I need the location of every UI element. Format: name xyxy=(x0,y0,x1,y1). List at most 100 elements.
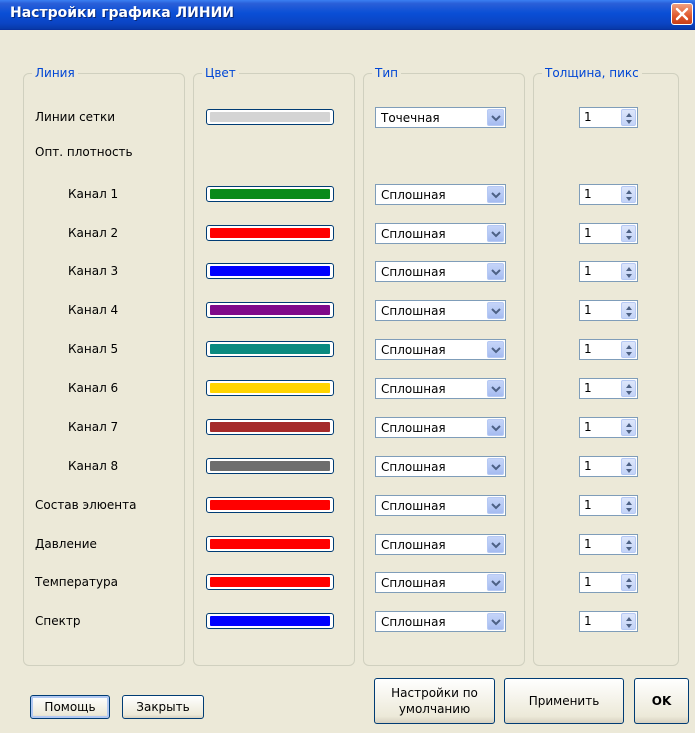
line-type-value: Сплошная xyxy=(381,265,446,279)
row-label: Канал 8 xyxy=(68,459,119,473)
thickness-spinner[interactable]: 1 xyxy=(579,107,638,128)
color-swatch-button[interactable] xyxy=(206,574,334,590)
thickness-spinner[interactable]: 1 xyxy=(579,378,638,399)
line-type-dropdown[interactable]: Сплошная xyxy=(375,611,506,632)
thickness-value: 1 xyxy=(584,420,592,434)
up-down-arrows-icon[interactable] xyxy=(621,225,636,242)
line-type-value: Сплошная xyxy=(381,227,446,241)
window-title: Настройки графика ЛИНИИ xyxy=(10,5,235,21)
color-swatch-button[interactable] xyxy=(206,497,334,513)
line-type-value: Сплошная xyxy=(381,499,446,513)
color-swatch-fill xyxy=(210,383,330,393)
ok-button[interactable]: OK xyxy=(634,678,689,724)
color-swatch-fill xyxy=(210,266,330,276)
line-type-dropdown[interactable]: Сплошная xyxy=(375,534,506,555)
chevron-down-icon[interactable] xyxy=(487,613,504,630)
color-swatch-button[interactable] xyxy=(206,263,334,279)
color-swatch-button[interactable] xyxy=(206,536,334,552)
thickness-spinner[interactable]: 1 xyxy=(579,184,638,205)
chevron-down-icon[interactable] xyxy=(487,109,504,126)
color-swatch-button[interactable] xyxy=(206,419,334,435)
color-swatch-button[interactable] xyxy=(206,186,334,202)
chevron-down-icon[interactable] xyxy=(487,380,504,397)
thickness-spinner[interactable]: 1 xyxy=(579,339,638,360)
help-button[interactable]: Помощь xyxy=(30,695,110,719)
up-down-arrows-icon[interactable] xyxy=(621,419,636,436)
up-down-arrows-icon[interactable] xyxy=(621,302,636,319)
chevron-down-icon[interactable] xyxy=(487,419,504,436)
up-down-arrows-icon[interactable] xyxy=(621,380,636,397)
line-type-value: Точечная xyxy=(381,111,440,125)
thickness-spinner[interactable]: 1 xyxy=(579,495,638,516)
up-down-arrows-icon[interactable] xyxy=(621,613,636,630)
line-type-dropdown[interactable]: Сплошная xyxy=(375,300,506,321)
up-down-arrows-icon[interactable] xyxy=(621,497,636,514)
close-window-button[interactable] xyxy=(671,3,693,25)
line-type-dropdown[interactable]: Сплошная xyxy=(375,456,506,477)
up-down-arrows-icon[interactable] xyxy=(621,574,636,591)
thickness-spinner[interactable]: 1 xyxy=(579,223,638,244)
color-swatch-button[interactable] xyxy=(206,380,334,396)
color-swatch-button[interactable] xyxy=(206,109,334,125)
defaults-button[interactable]: Настройки по умолчанию xyxy=(374,678,495,724)
row-label: Спектр xyxy=(35,614,81,628)
line-type-dropdown[interactable]: Сплошная xyxy=(375,378,506,399)
apply-button[interactable]: Применить xyxy=(504,678,624,724)
line-type-dropdown[interactable]: Сплошная xyxy=(375,184,506,205)
line-type-dropdown[interactable]: Сплошная xyxy=(375,495,506,516)
line-type-dropdown[interactable]: Сплошная xyxy=(375,223,506,244)
up-down-arrows-icon[interactable] xyxy=(621,109,636,126)
line-type-dropdown[interactable]: Сплошная xyxy=(375,417,506,438)
chevron-down-icon[interactable] xyxy=(487,186,504,203)
up-down-arrows-icon[interactable] xyxy=(621,341,636,358)
chevron-down-icon[interactable] xyxy=(487,341,504,358)
thickness-spinner[interactable]: 1 xyxy=(579,261,638,282)
line-type-value: Сплошная xyxy=(381,460,446,474)
thickness-value: 1 xyxy=(584,498,592,512)
chevron-down-icon[interactable] xyxy=(487,497,504,514)
color-swatch-fill xyxy=(210,616,330,626)
up-down-arrows-icon[interactable] xyxy=(621,536,636,553)
color-swatch-button[interactable] xyxy=(206,302,334,318)
thickness-spinner[interactable]: 1 xyxy=(579,572,638,593)
line-type-dropdown[interactable]: Сплошная xyxy=(375,261,506,282)
line-type-value: Сплошная xyxy=(381,343,446,357)
chevron-down-icon[interactable] xyxy=(487,302,504,319)
up-down-arrows-icon[interactable] xyxy=(621,458,636,475)
line-type-dropdown[interactable]: Сплошная xyxy=(375,572,506,593)
row-label: Линии сетки xyxy=(35,110,116,124)
color-column-header: Цвет xyxy=(202,66,239,80)
chevron-down-icon[interactable] xyxy=(487,458,504,475)
thickness-spinner[interactable]: 1 xyxy=(579,611,638,632)
line-type-dropdown[interactable]: Точечная xyxy=(375,107,506,128)
color-swatch-button[interactable] xyxy=(206,613,334,629)
line-type-value: Сплошная xyxy=(381,538,446,552)
close-button[interactable]: Закрыть xyxy=(122,695,204,719)
line-type-dropdown[interactable]: Сплошная xyxy=(375,339,506,360)
type-column-header: Тип xyxy=(372,66,401,80)
thickness-value: 1 xyxy=(584,226,592,240)
chevron-down-icon[interactable] xyxy=(487,536,504,553)
color-swatch-button[interactable] xyxy=(206,341,334,357)
color-swatch-button[interactable] xyxy=(206,225,334,241)
title-bar[interactable]: Настройки графика ЛИНИИ xyxy=(0,0,695,30)
thickness-spinner[interactable]: 1 xyxy=(579,300,638,321)
thickness-spinner[interactable]: 1 xyxy=(579,534,638,555)
color-swatch-fill xyxy=(210,577,330,587)
color-swatch-fill xyxy=(210,539,330,549)
thickness-spinner[interactable]: 1 xyxy=(579,417,638,438)
chevron-down-icon[interactable] xyxy=(487,263,504,280)
ok-button-label: OK xyxy=(651,694,672,708)
thickness-value: 1 xyxy=(584,459,592,473)
color-swatch-button[interactable] xyxy=(206,458,334,474)
up-down-arrows-icon[interactable] xyxy=(621,263,636,280)
up-down-arrows-icon[interactable] xyxy=(621,186,636,203)
row-label: Канал 1 xyxy=(68,187,119,201)
row-label: Канал 6 xyxy=(68,381,119,395)
chevron-down-icon[interactable] xyxy=(487,574,504,591)
close-button-label: Закрыть xyxy=(136,700,190,714)
thickness-value: 1 xyxy=(584,537,592,551)
chevron-down-icon[interactable] xyxy=(487,225,504,242)
thickness-spinner[interactable]: 1 xyxy=(579,456,638,477)
color-swatch-fill xyxy=(210,189,330,199)
